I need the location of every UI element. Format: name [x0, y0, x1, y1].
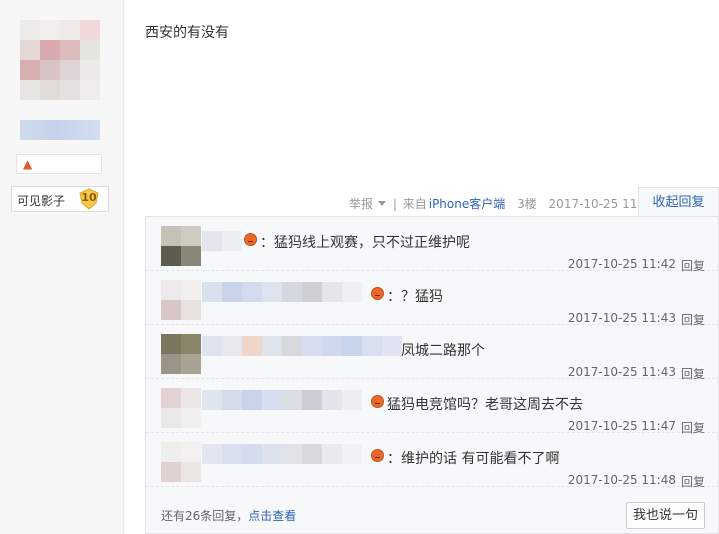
author-panel: ▲ 可见影子 10: [0, 0, 124, 534]
reply-text: ：维护的话 有可能看不了啊: [387, 451, 560, 467]
reply-time: 2017-10-25 11:43: [567, 311, 676, 325]
username-blurred[interactable]: [202, 336, 402, 356]
avatar[interactable]: [161, 226, 201, 266]
level-number: 10: [81, 191, 97, 204]
username-blurred[interactable]: [202, 231, 242, 251]
collapse-replies-button[interactable]: 收起回复: [638, 187, 719, 217]
reply-time: 2017-10-25 11:47: [567, 419, 676, 433]
level-shield-icon: 10: [78, 188, 100, 210]
source-prefix: 来自: [402, 197, 427, 211]
reply-text: 凤城二路那个: [401, 343, 485, 359]
reply-time: 2017-10-25 11:43: [567, 365, 676, 379]
reply-time: 2017-10-25 11:48: [567, 473, 676, 487]
level-badge[interactable]: 可见影子 10: [11, 186, 109, 212]
report-link[interactable]: 举报: [349, 197, 373, 211]
list-item: 猛犸电竞馆吗？老哥这周去不去 2017-10-25 11:47 回复: [146, 379, 719, 435]
post-meta: 举报 | 来自 iPhone客户端 3楼 2017-10-25 11:40: [349, 195, 659, 212]
more-replies: 还有26条回复，点击查看: [161, 507, 296, 524]
list-item: ：猛犸线上观赛，只不过正维护呢 2017-10-25 11:42 回复: [146, 217, 719, 273]
list-item: 凤城二路那个 2017-10-25 11:43 回复: [146, 325, 719, 381]
avatar[interactable]: [20, 20, 100, 100]
level-name: 可见影子: [17, 194, 66, 208]
reply-list: ：猛犸线上观赛，只不过正维护呢 2017-10-25 11:42 回复 ：？猛犸…: [145, 216, 719, 534]
list-item: ：维护的话 有可能看不了啊 2017-10-25 11:48 回复: [146, 433, 719, 490]
reply-text: ：猛犸线上观赛，只不过正维护呢: [260, 235, 470, 251]
client-link[interactable]: iPhone客户端: [429, 197, 506, 211]
meta-separator: |: [392, 197, 397, 211]
reply-button[interactable]: 回复: [681, 473, 705, 490]
post-content: 西安的有没有: [145, 25, 229, 41]
avatar[interactable]: [161, 280, 201, 320]
username-blurred[interactable]: [202, 282, 362, 302]
avatar[interactable]: [161, 442, 201, 482]
user-badges: ▲: [16, 154, 102, 174]
floor-number: 3楼: [517, 197, 537, 211]
reply-text: ：？猛犸: [387, 289, 443, 305]
username-blurred[interactable]: [20, 120, 100, 140]
reply-time: 2017-10-25 11:42: [567, 257, 676, 271]
more-replies-count: 还有26条回复，: [161, 509, 249, 523]
emoticon-icon: [371, 395, 384, 408]
emoticon-icon: [371, 287, 384, 300]
emoticon-icon: [244, 233, 257, 246]
emoticon-icon: [371, 449, 384, 462]
fire-icon: ▲: [23, 157, 33, 171]
reply-text: 猛犸电竞馆吗？老哥这周去不去: [387, 397, 583, 413]
avatar[interactable]: [161, 334, 201, 374]
list-item: ：？猛犸 2017-10-25 11:43 回复: [146, 271, 719, 327]
write-reply-button[interactable]: 我也说一句: [626, 502, 705, 529]
username-blurred[interactable]: [202, 444, 362, 464]
view-more-link[interactable]: 点击查看: [248, 509, 296, 523]
chevron-down-icon[interactable]: [378, 201, 387, 206]
username-blurred[interactable]: [202, 390, 362, 410]
avatar[interactable]: [161, 388, 201, 428]
